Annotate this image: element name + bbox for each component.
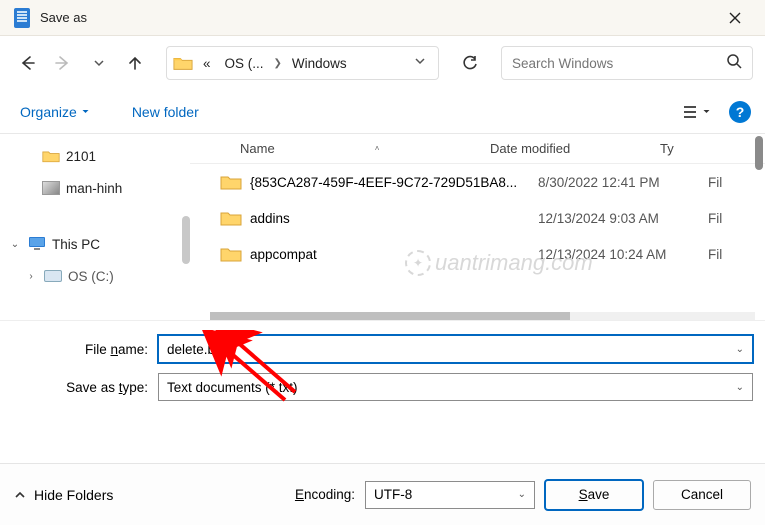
column-type[interactable]: Ty bbox=[660, 141, 765, 156]
file-row[interactable]: {853CA287-459F-4EEF-9C72-729D51BA8... 8/… bbox=[190, 164, 765, 200]
recent-dropdown[interactable] bbox=[84, 48, 114, 78]
file-list: Name ˄ Date modified Ty {853CA287-459F-4E… bbox=[190, 134, 765, 320]
filename-value: delete.bat bbox=[167, 342, 226, 357]
column-name[interactable]: Name bbox=[240, 141, 275, 156]
file-type: Fil bbox=[708, 247, 722, 262]
chevron-up-icon bbox=[14, 489, 26, 501]
image-thumb-icon bbox=[42, 181, 60, 195]
close-button[interactable] bbox=[713, 0, 757, 36]
pc-icon bbox=[28, 236, 46, 253]
file-date: 12/13/2024 10:24 AM bbox=[538, 247, 708, 262]
tree-item-2101[interactable]: 2101 bbox=[0, 140, 190, 172]
back-button[interactable] bbox=[12, 48, 42, 78]
filename-input[interactable]: delete.bat ⌄ bbox=[158, 335, 753, 363]
breadcrumb-prefix[interactable]: « bbox=[199, 54, 215, 73]
filetype-label: Save as type: bbox=[12, 380, 158, 395]
filetype-dropdown-caret[interactable]: ⌄ bbox=[736, 382, 744, 393]
search-icon[interactable] bbox=[726, 53, 742, 74]
folder-icon bbox=[220, 246, 242, 262]
hide-folders-toggle[interactable]: Hide Folders bbox=[14, 487, 113, 503]
sort-ascending-icon: ˄ bbox=[375, 144, 380, 153]
notepad-icon bbox=[14, 8, 30, 28]
forward-button[interactable] bbox=[48, 48, 78, 78]
file-type: Fil bbox=[708, 211, 722, 226]
toolbar: Organize New folder ? bbox=[0, 90, 765, 134]
filename-label: File name: bbox=[12, 342, 158, 357]
window-title: Save as bbox=[40, 10, 87, 25]
encoding-label: Encoding: bbox=[295, 487, 355, 502]
encoding-dropdown[interactable]: UTF-8 ⌄ bbox=[365, 481, 535, 509]
content-area: 2101 man-hinh ⌄ This PC › OS (C:) Name ˄ … bbox=[0, 134, 765, 320]
tree-item-drive-c[interactable]: › OS (C:) bbox=[0, 260, 190, 292]
folder-icon bbox=[173, 55, 193, 71]
footer: Hide Folders Encoding: UTF-8 ⌄ Save Canc… bbox=[0, 463, 765, 525]
file-name: {853CA287-459F-4EEF-9C72-729D51BA8... bbox=[250, 175, 517, 190]
file-name: addins bbox=[250, 211, 290, 226]
hide-folders-label: Hide Folders bbox=[34, 487, 113, 503]
tree-item-man-hinh[interactable]: man-hinh bbox=[0, 172, 190, 204]
tree-item-label: man-hinh bbox=[66, 181, 122, 196]
filename-dropdown[interactable]: ⌄ bbox=[736, 344, 744, 355]
tree-scrollbar[interactable] bbox=[182, 216, 190, 264]
filetype-value: Text documents (*.txt) bbox=[167, 380, 298, 395]
navbar: « OS (... ❯ Windows bbox=[0, 36, 765, 90]
organize-label: Organize bbox=[20, 104, 77, 120]
help-button[interactable]: ? bbox=[729, 101, 751, 123]
folder-icon bbox=[220, 210, 242, 226]
file-name: appcompat bbox=[250, 247, 317, 262]
tree-item-label: This PC bbox=[52, 237, 100, 252]
tree-item-this-pc[interactable]: ⌄ This PC bbox=[0, 228, 190, 260]
new-folder-button[interactable]: New folder bbox=[126, 100, 205, 124]
save-button[interactable]: Save bbox=[545, 480, 643, 510]
folder-icon bbox=[42, 149, 60, 163]
folder-tree[interactable]: 2101 man-hinh ⌄ This PC › OS (C:) bbox=[0, 134, 190, 320]
titlebar: Save as bbox=[0, 0, 765, 36]
new-folder-label: New folder bbox=[132, 104, 199, 120]
breadcrumb-seg-2[interactable]: Windows bbox=[288, 54, 351, 73]
address-dropdown[interactable] bbox=[408, 54, 432, 72]
view-options-button[interactable] bbox=[682, 104, 711, 120]
search-box[interactable] bbox=[501, 46, 753, 80]
address-bar[interactable]: « OS (... ❯ Windows bbox=[166, 46, 439, 80]
vertical-scrollbar[interactable] bbox=[755, 136, 763, 170]
chevron-down-icon[interactable]: ⌄ bbox=[8, 239, 22, 250]
breadcrumb-seg-1[interactable]: OS (... bbox=[221, 54, 268, 73]
drive-icon bbox=[44, 270, 62, 282]
tree-item-label: OS (C:) bbox=[68, 269, 114, 284]
file-date: 8/30/2022 12:41 PM bbox=[538, 175, 708, 190]
search-input[interactable] bbox=[512, 56, 726, 71]
horizontal-scrollbar[interactable] bbox=[210, 312, 755, 320]
folder-icon bbox=[220, 174, 242, 190]
chevron-right-icon[interactable]: › bbox=[24, 271, 38, 282]
file-list-header[interactable]: Name ˄ Date modified Ty bbox=[190, 134, 765, 164]
filetype-dropdown[interactable]: Text documents (*.txt) ⌄ bbox=[158, 373, 753, 401]
file-row[interactable]: appcompat 12/13/2024 10:24 AM Fil bbox=[190, 236, 765, 272]
cancel-button[interactable]: Cancel bbox=[653, 480, 751, 510]
form-area: File name: delete.bat ⌄ Save as type: Te… bbox=[0, 320, 765, 419]
encoding-caret-icon[interactable]: ⌄ bbox=[518, 489, 526, 500]
chevron-right-icon[interactable]: ❯ bbox=[274, 58, 282, 69]
file-date: 12/13/2024 9:03 AM bbox=[538, 211, 708, 226]
tree-item-label: 2101 bbox=[66, 149, 96, 164]
refresh-button[interactable] bbox=[453, 46, 487, 80]
file-row[interactable]: addins 12/13/2024 9:03 AM Fil bbox=[190, 200, 765, 236]
up-button[interactable] bbox=[120, 48, 150, 78]
file-type: Fil bbox=[708, 175, 722, 190]
column-date[interactable]: Date modified bbox=[490, 141, 660, 156]
encoding-value: UTF-8 bbox=[374, 487, 412, 502]
organize-menu[interactable]: Organize bbox=[14, 100, 96, 124]
